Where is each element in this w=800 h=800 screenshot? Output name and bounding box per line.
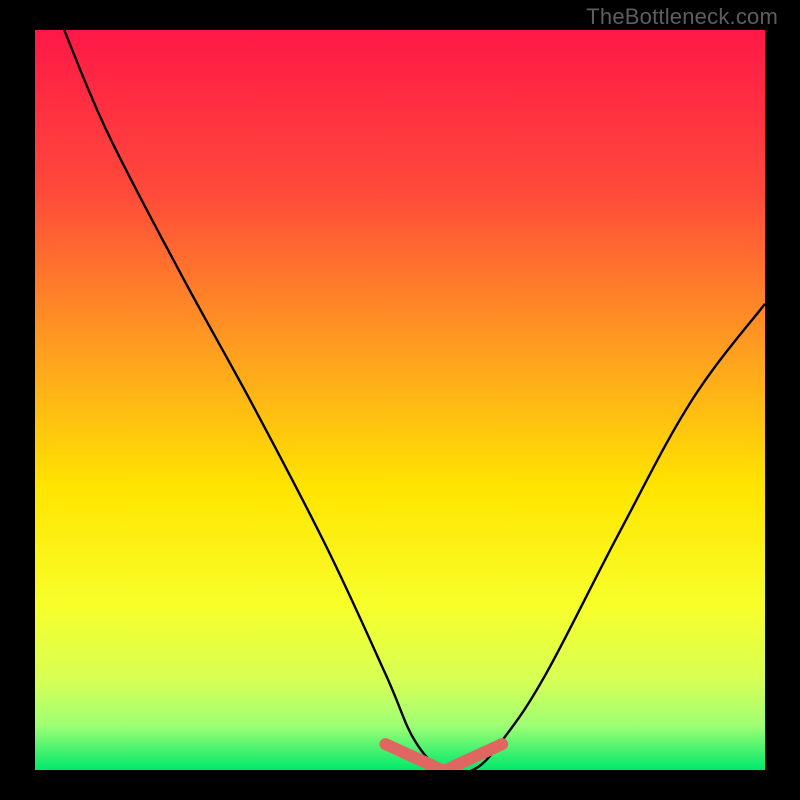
curve-path (64, 30, 765, 770)
plot-area (35, 30, 765, 770)
watermark-text: TheBottleneck.com (586, 4, 778, 30)
chart-frame: TheBottleneck.com (0, 0, 800, 800)
optimal-region-highlight (385, 744, 502, 770)
bottleneck-curve (35, 30, 765, 770)
